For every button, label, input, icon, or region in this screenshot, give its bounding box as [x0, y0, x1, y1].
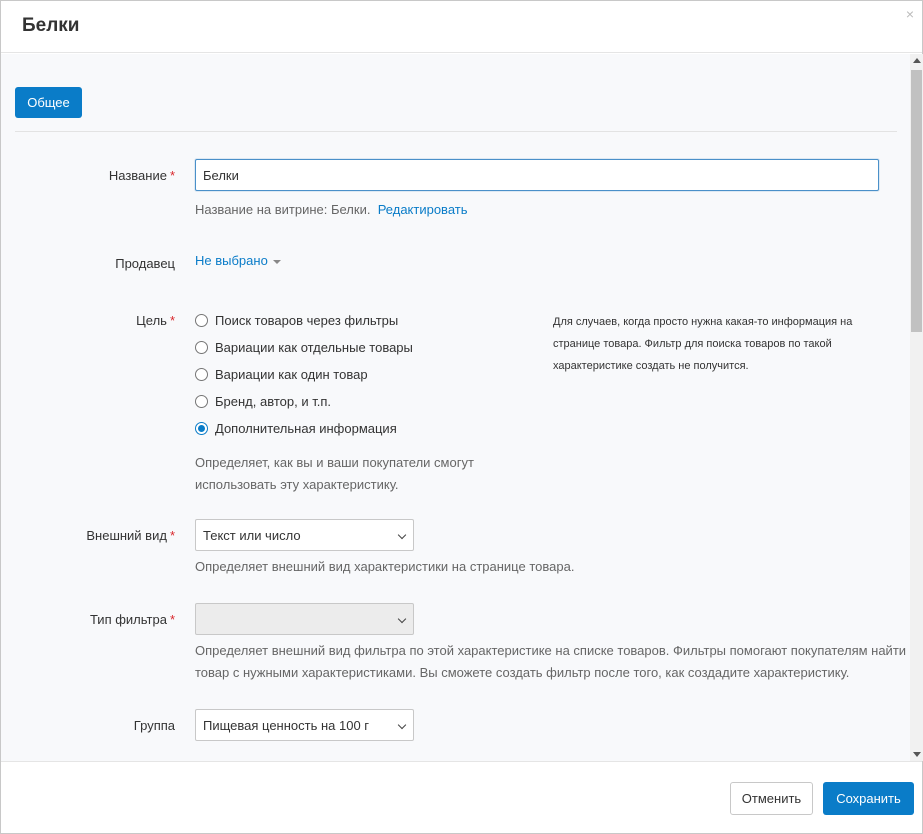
- dialog-header: Белки: [1, 1, 922, 53]
- feature-edit-dialog: Белки × Общее Название* Название на витр…: [0, 0, 923, 834]
- required-mark: *: [169, 612, 175, 627]
- purpose-option-additional-info[interactable]: Дополнительная информация: [195, 421, 397, 436]
- purpose-description-line: характеристике создать не получится.: [553, 360, 749, 372]
- filter-type-hint-line: Определяет внешний вид фильтра по этой х…: [195, 643, 907, 658]
- radio-label: Вариации как отдельные товары: [215, 340, 413, 355]
- chevron-down-icon: [397, 614, 407, 624]
- appearance-hint: Определяет внешний вид характеристики на…: [195, 559, 575, 574]
- filter-type-label: Тип фильтра *: [15, 612, 175, 627]
- dialog-title: Белки: [22, 15, 80, 36]
- close-icon[interactable]: ×: [906, 7, 914, 21]
- chevron-down-icon: [397, 720, 407, 730]
- radio-button-checked[interactable]: [195, 422, 208, 435]
- purpose-label: Цель *: [15, 313, 175, 328]
- name-label: Название *: [15, 168, 175, 183]
- filter-type-select[interactable]: [195, 603, 414, 635]
- filter-type-hint: Определяет внешний вид фильтра по этой х…: [195, 640, 906, 684]
- required-mark: *: [169, 528, 175, 543]
- storefront-name-hint: Название на витрине: Белки. Редактироват…: [195, 199, 468, 221]
- dialog-footer: Отменить Сохранить: [1, 761, 922, 833]
- caret-down-icon: [272, 259, 281, 264]
- appearance-label: Внешний вид *: [15, 528, 175, 543]
- tab-general[interactable]: Общее: [15, 87, 82, 118]
- required-mark: *: [169, 313, 175, 328]
- cancel-button[interactable]: Отменить: [730, 782, 813, 815]
- vertical-scrollbar[interactable]: [910, 54, 923, 761]
- radio-button[interactable]: [195, 314, 208, 327]
- purpose-option-separate-variations[interactable]: Вариации как отдельные товары: [195, 340, 413, 355]
- purpose-hint-line: Определяет, как вы и ваши покупатели смо…: [195, 455, 474, 470]
- radio-label: Поиск товаров через фильтры: [215, 313, 399, 328]
- scroll-up-arrow-icon[interactable]: [913, 58, 921, 63]
- radio-label: Дополнительная информация: [215, 421, 397, 436]
- group-label: Группа: [133, 718, 175, 733]
- purpose-hint-line: использовать эту характеристику.: [195, 477, 399, 492]
- chevron-down-icon: [397, 530, 407, 540]
- dialog-body[interactable]: Общее Название* Название на витрине: Бел…: [1, 54, 910, 761]
- seller-dropdown[interactable]: Не выбрано: [195, 253, 281, 268]
- filter-type-label-text: Тип фильтра: [89, 612, 167, 627]
- radio-label: Бренд, автор, и т.п.: [215, 394, 331, 409]
- scroll-down-arrow-icon[interactable]: [913, 752, 921, 757]
- purpose-description-line: странице товара. Фильтр для поиска товар…: [553, 338, 832, 350]
- tab-divider: [15, 131, 897, 132]
- radio-button[interactable]: [195, 368, 208, 381]
- group-selected-value: Пищевая ценность на 100 г: [203, 717, 370, 733]
- name-label-text: Название: [108, 168, 167, 183]
- purpose-label-text: Цель: [136, 313, 167, 328]
- purpose-description-line: Для случаев, когда просто нужна какая-то…: [553, 316, 853, 328]
- purpose-hint: Определяет, как вы и ваши покупатели смо…: [195, 452, 474, 496]
- storefront-name-text: Название на витрине: Белки.: [195, 202, 371, 217]
- edit-storefront-name-link[interactable]: Редактировать: [378, 202, 468, 217]
- name-input[interactable]: [195, 159, 879, 191]
- purpose-option-brand-author[interactable]: Бренд, автор, и т.п.: [195, 394, 331, 409]
- radio-button[interactable]: [195, 341, 208, 354]
- seller-value: Не выбрано: [195, 253, 268, 268]
- seller-label: Продавец: [115, 256, 175, 271]
- purpose-description: Для случаев, когда просто нужна какая-то…: [553, 311, 873, 377]
- appearance-selected-value: Текст или число: [203, 527, 301, 543]
- filter-type-hint-line: товар с нужными характеристиками. Вы смо…: [195, 665, 850, 680]
- appearance-label-text: Внешний вид: [86, 528, 167, 543]
- radio-label: Вариации как один товар: [215, 367, 368, 382]
- save-button[interactable]: Сохранить: [823, 782, 914, 815]
- purpose-option-filter-search[interactable]: Поиск товаров через фильтры: [195, 313, 398, 328]
- group-select[interactable]: Пищевая ценность на 100 г: [195, 709, 414, 741]
- appearance-select[interactable]: Текст или число: [195, 519, 414, 551]
- required-mark: *: [169, 168, 175, 183]
- scrollbar-thumb[interactable]: [911, 70, 922, 332]
- purpose-option-single-product-variations[interactable]: Вариации как один товар: [195, 367, 368, 382]
- radio-button[interactable]: [195, 395, 208, 408]
